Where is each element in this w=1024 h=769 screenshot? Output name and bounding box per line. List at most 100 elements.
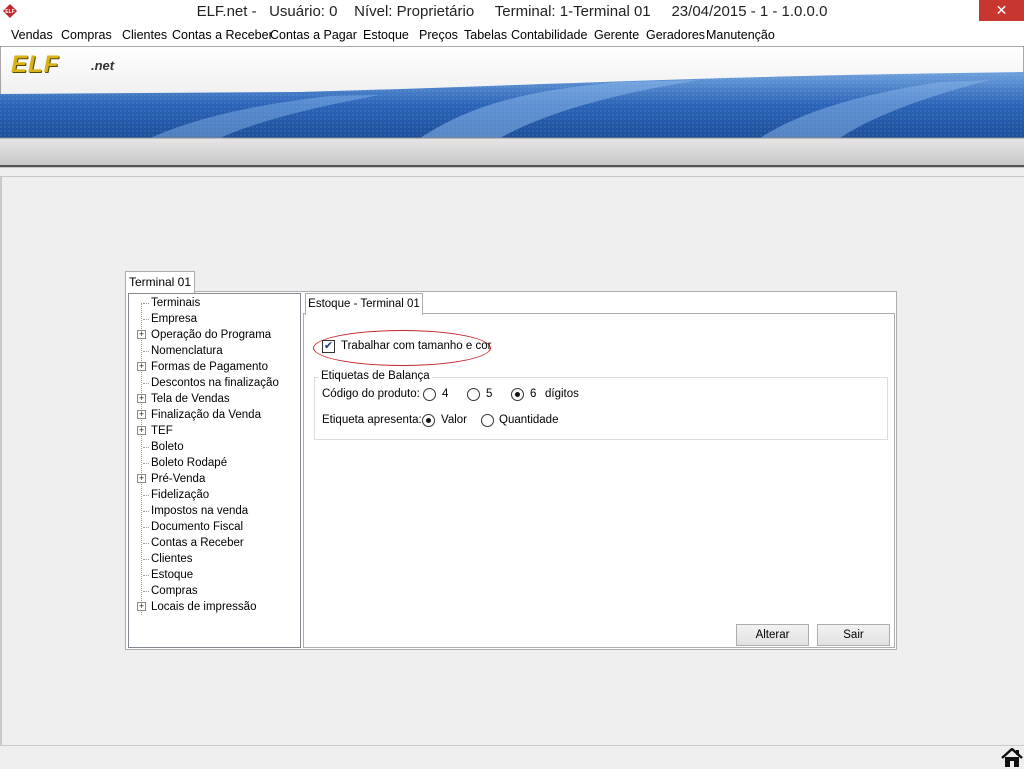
tree-item-label: Terminais [151,297,201,309]
checkmark-icon: ✔ [323,340,334,352]
tree-item[interactable]: Fidelização [129,487,298,503]
tree-item[interactable]: Clientes [129,551,298,567]
alter-button[interactable]: Alterar [736,624,809,646]
menu-precos[interactable]: Preços [419,28,458,42]
tree-branch-line [143,559,149,560]
tab-estoque-terminal[interactable]: Estoque - Terminal 01 [305,293,423,315]
tree-branch-line [143,495,149,496]
tree-item-label: Formas de Pagamento [151,361,268,373]
tree-branch-line [143,383,149,384]
tree-item-label: Nomenclatura [151,345,223,357]
tree-item-label: Fidelização [151,489,210,501]
tree-item[interactable]: Documento Fiscal [129,519,298,535]
menu-gerente[interactable]: Gerente [594,28,639,42]
tree-item-label: Tela de Vendas [151,393,230,405]
tree-item-label: Operação do Programa [151,329,272,341]
tree-item[interactable]: + Pré-Venda [129,471,298,487]
menu-estoque[interactable]: Estoque [363,28,409,42]
exit-button[interactable]: Sair [817,624,890,646]
tree-item[interactable]: Empresa [129,311,298,327]
tree-branch-line [143,463,149,464]
tree-item[interactable]: + Operação do Programa [129,327,298,343]
home-icon[interactable] [1001,748,1023,768]
tree-item-label: Contas a Receber [151,537,244,549]
tree-item[interactable]: + TEF [129,423,298,439]
menu-tabelas[interactable]: Tabelas [464,28,507,42]
menu-compras[interactable]: Compras [61,28,112,42]
elf-logo-text: ELF [11,51,60,78]
size-color-checkbox[interactable]: ✔ [322,340,335,353]
expand-plus-icon[interactable]: + [137,394,146,403]
expand-plus-icon[interactable]: + [137,474,146,483]
product-code-option-6: 6 [530,388,537,400]
tree-item[interactable]: + Locais de impressão [129,599,298,615]
expand-plus-icon[interactable]: + [137,330,146,339]
tree-branch-line [143,575,149,576]
tree-branch-line [143,527,149,528]
elf-logo: ELF .net [11,51,141,78]
tree-item-label: Pré-Venda [151,473,206,485]
tree-item-label: Documento Fiscal [151,521,244,533]
label-shows-radio-quantidade[interactable] [481,414,494,427]
tree-item[interactable]: Impostos na venda [129,503,298,519]
label-shows-label: Etiqueta apresenta: [322,414,422,426]
menu-manutencao[interactable]: Manutenção [706,28,775,42]
tree-branch-line [143,319,149,320]
tree-item-label: Locais de impressão [151,601,257,613]
product-code-radio-4[interactable] [423,388,436,401]
title-bar: ELF ELF.net - Usuário: 0 Nível: Propriet… [0,0,1024,24]
tree-item-label: Estoque [151,569,194,581]
tree-item-label: Descontos na finalização [151,377,279,389]
menu-contabilidade[interactable]: Contabilidade [511,28,587,42]
size-color-label: Trabalhar com tamanho e cor [341,340,492,352]
tree-item[interactable]: + Formas de Pagamento [129,359,298,375]
menu-contas-a-pagar[interactable]: Contas a Pagar [270,28,357,42]
window-title: ELF.net - Usuário: 0 Nível: Proprietário… [196,3,828,20]
header-banner [0,46,1024,168]
tree-item[interactable]: + Finalização da Venda [129,407,298,423]
close-button[interactable]: ✕ [979,0,1024,21]
elf-logo-suffix: .net [91,58,115,73]
tree-item-label: Impostos na venda [151,505,249,517]
tree-item[interactable]: Terminais [129,295,298,311]
expand-plus-icon[interactable]: + [137,362,146,371]
menu-vendas[interactable]: Vendas [11,28,53,42]
tree-item-label: Boleto [151,441,184,453]
tree-item[interactable]: + Tela de Vendas [129,391,298,407]
tree-branch-line [143,511,149,512]
label-shows-option-quantidade: Quantidade [499,414,559,426]
tab-terminal-01[interactable]: Terminal 01 [125,271,195,293]
menu-geradores[interactable]: Geradores [646,28,705,42]
tree-branch-line [143,351,149,352]
tree-item[interactable]: Nomenclatura [129,343,298,359]
expand-plus-icon[interactable]: + [137,410,146,419]
product-code-radio-6[interactable] [511,388,524,401]
tree-item-label: Empresa [151,313,198,325]
scale-labels-group [314,377,888,440]
tree-item[interactable]: Contas a Receber [129,535,298,551]
menu-clientes[interactable]: Clientes [122,28,167,42]
label-shows-option-valor: Valor [441,414,467,426]
menu-contas-a-receber[interactable]: Contas a Receber [172,28,273,42]
tree-item-label: Finalização da Venda [151,409,261,421]
product-code-option-5: 5 [486,388,493,400]
content-divider [0,176,1024,177]
tree-branch-line [143,303,149,304]
expand-plus-icon[interactable]: + [137,426,146,435]
tree-item[interactable]: Compras [129,583,298,599]
tree-item-label: TEF [151,425,173,437]
tree-item[interactable]: Estoque [129,567,298,583]
tree-branch-line [143,543,149,544]
tree-item[interactable]: Descontos na finalização [129,375,298,391]
tree-item-label: Boleto Rodapé [151,457,228,469]
tree-branch-line [143,591,149,592]
tree-item[interactable]: Boleto [129,439,298,455]
tree-item[interactable]: Boleto Rodapé [129,455,298,471]
tree-item-label: Clientes [151,553,193,565]
label-shows-radio-valor[interactable] [422,414,435,427]
settings-tree[interactable]: Terminais Empresa + Operação do Programa Nom… [128,293,301,648]
product-code-label: Código do produto: [322,388,420,400]
product-code-suffix: dígitos [545,388,579,400]
expand-plus-icon[interactable]: + [137,602,146,611]
product-code-radio-5[interactable] [467,388,480,401]
